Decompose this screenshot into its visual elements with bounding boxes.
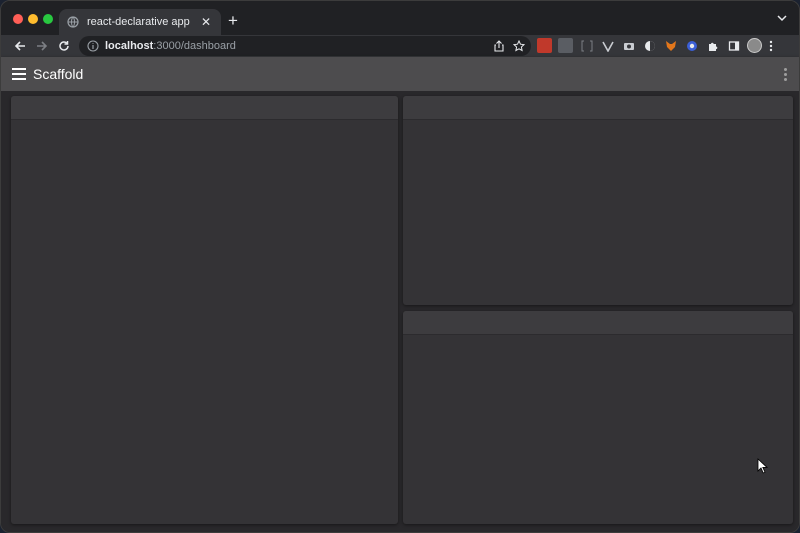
minimize-window-button[interactable] bbox=[28, 14, 38, 24]
extensions-bar bbox=[537, 38, 774, 53]
hamburger-menu-icon[interactable] bbox=[12, 68, 26, 80]
extension-red-icon[interactable] bbox=[537, 38, 552, 53]
tab-strip: react-declarative app ✕ + bbox=[1, 1, 799, 35]
new-tab-button[interactable]: + bbox=[228, 12, 238, 30]
browser-toolbar: localhost:3000/dashboard bbox=[1, 35, 799, 57]
camera-icon[interactable] bbox=[621, 38, 636, 53]
side-panel-icon[interactable] bbox=[726, 38, 741, 53]
dashboard-card-bottom-right bbox=[403, 311, 793, 524]
reload-icon[interactable] bbox=[53, 35, 75, 57]
back-arrow-icon[interactable] bbox=[9, 35, 31, 57]
more-vert-icon[interactable] bbox=[784, 68, 787, 81]
close-window-button[interactable] bbox=[13, 14, 23, 24]
card-header bbox=[403, 96, 793, 120]
url-host: localhost bbox=[105, 40, 154, 52]
dashboard-card-left bbox=[11, 96, 398, 524]
tab-close-icon[interactable]: ✕ bbox=[199, 15, 213, 29]
browser-window: react-declarative app ✕ + localhost:3000… bbox=[0, 0, 800, 533]
profile-avatar[interactable] bbox=[747, 38, 762, 53]
card-header bbox=[11, 96, 398, 120]
dark-mode-icon[interactable] bbox=[642, 38, 657, 53]
site-info-icon[interactable] bbox=[87, 40, 99, 52]
extension-blue-icon[interactable] bbox=[684, 38, 699, 53]
puzzle-piece-icon[interactable] bbox=[705, 38, 720, 53]
extension-bracket-icon[interactable] bbox=[579, 38, 594, 53]
forward-arrow-icon[interactable] bbox=[31, 35, 53, 57]
mouse-pointer-icon bbox=[757, 458, 769, 474]
dashboard-card-top-right bbox=[403, 96, 793, 305]
globe-icon bbox=[67, 16, 79, 28]
browser-menu-icon[interactable] bbox=[768, 40, 774, 52]
address-bar[interactable]: localhost:3000/dashboard bbox=[79, 36, 531, 56]
browser-tab[interactable]: react-declarative app ✕ bbox=[59, 9, 221, 35]
share-icon[interactable] bbox=[493, 39, 505, 57]
tab-search-chevron-icon[interactable] bbox=[777, 13, 787, 23]
fox-extension-icon[interactable] bbox=[663, 38, 678, 53]
tab-title: react-declarative app bbox=[87, 16, 190, 28]
app-bar: Scaffold bbox=[1, 57, 799, 91]
card-header bbox=[403, 311, 793, 335]
url-path: :3000/dashboard bbox=[153, 40, 236, 52]
dashboard-content bbox=[1, 91, 799, 532]
extension-v-icon[interactable] bbox=[600, 38, 615, 53]
app-title: Scaffold bbox=[33, 66, 84, 82]
extension-gray-icon[interactable] bbox=[558, 38, 573, 53]
bookmark-star-icon[interactable] bbox=[512, 39, 526, 57]
maximize-window-button[interactable] bbox=[43, 14, 53, 24]
